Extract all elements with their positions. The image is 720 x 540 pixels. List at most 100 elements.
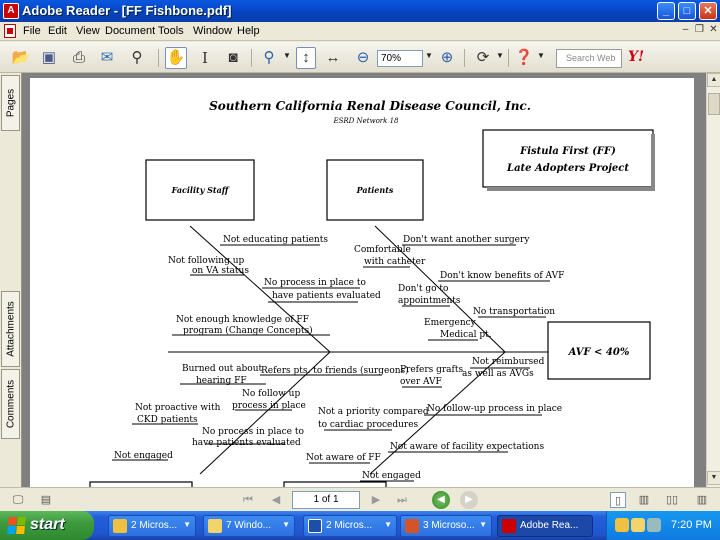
cause-label: Not educating patients	[223, 235, 328, 245]
rotate-icon[interactable]: ⟳	[472, 47, 494, 69]
cause-label: on VA status	[192, 266, 249, 276]
menu-tools[interactable]: Tools	[158, 25, 184, 37]
fit-width-icon[interactable]: ↔	[322, 47, 344, 69]
toolbar-separator	[508, 49, 509, 67]
org-title: Southern California Renal Disease Counci…	[209, 99, 531, 113]
cause-label: Prefers grafts	[400, 365, 464, 375]
cause-label: Not aware of facility expectations	[390, 442, 544, 452]
continuous-icon[interactable]: ▥	[636, 492, 652, 508]
menu-edit[interactable]: Edit	[48, 25, 67, 37]
project-subtitle: Late Adopters Project	[506, 163, 629, 174]
taskbar: start 2 Micros... ▼ 7 Windo... ▼ 2 Micros.…	[0, 511, 720, 540]
cause-label: CKD patients	[137, 415, 198, 425]
system-tray: 7:20 PM	[606, 511, 720, 540]
doc-minimize-button[interactable]: –	[680, 25, 691, 36]
maximize-button[interactable]: □	[678, 2, 696, 20]
tab-pages[interactable]: Pages	[1, 75, 20, 131]
tray-speaker-icon[interactable]	[647, 518, 661, 532]
email-icon[interactable]: ✉	[96, 47, 118, 69]
menu-window[interactable]: Window	[193, 25, 232, 37]
select-text-icon[interactable]: I	[194, 47, 216, 69]
find-icon[interactable]: ⚲	[126, 47, 148, 69]
cause-label: No process in place to	[264, 278, 366, 288]
tray-clock-app-icon[interactable]	[615, 518, 629, 532]
start-button[interactable]: start	[0, 511, 94, 540]
powerpoint-icon	[405, 519, 419, 533]
single-page-icon[interactable]: ▯	[610, 492, 626, 508]
menu-bar: File Edit View Document Tools Window Hel…	[0, 22, 720, 41]
continuous-facing-icon[interactable]: ▥	[694, 492, 710, 508]
cause-label: No transportation	[473, 307, 555, 317]
tab-attachments[interactable]: Attachments	[1, 291, 20, 367]
scroll-thumb[interactable]	[708, 93, 720, 115]
cause-label: hearing FF	[196, 376, 247, 386]
next-page-icon[interactable]: ▶	[368, 492, 384, 508]
taskbar-button[interactable]: 2 Micros... ▼	[303, 515, 397, 537]
document-viewport[interactable]: Southern California Renal Disease Counci…	[22, 73, 706, 487]
navigation-panel-tabs: Pages Attachments Comments	[0, 73, 22, 487]
fishbone-diagram: Southern California Renal Disease Counci…	[89, 99, 655, 487]
last-page-icon[interactable]: ⏭	[394, 492, 410, 508]
menu-help[interactable]: Help	[237, 25, 260, 37]
zoom-out-icon[interactable]: ⊖	[352, 47, 374, 69]
print-icon[interactable]: ⎙	[68, 47, 90, 69]
taskbar-button-active[interactable]: Adobe Rea...	[497, 515, 593, 537]
cause-label: Medical pt.	[440, 330, 492, 340]
minimize-button[interactable]: _	[657, 2, 675, 20]
monitor-icon[interactable]: 🖵	[10, 492, 26, 508]
cause-label: No follow-up process in place	[427, 404, 562, 414]
page-layout-icon[interactable]: ▤	[38, 492, 54, 508]
cause-label: Not engaged	[114, 451, 173, 461]
first-page-icon[interactable]: ⏮	[240, 492, 256, 508]
document-icon[interactable]	[4, 24, 16, 38]
previous-view-icon[interactable]: ◀	[432, 491, 450, 509]
zoom-in-tool-icon[interactable]: ⚲	[258, 47, 280, 69]
menu-file[interactable]: File	[23, 25, 41, 37]
zoom-dropdown-icon[interactable]: ▼	[425, 51, 433, 60]
cause-label: Don't know benefits of AVF	[440, 271, 564, 281]
fit-page-icon[interactable]: ↕	[296, 47, 316, 69]
page-number-field[interactable]: 1 of 1	[292, 491, 360, 509]
cause-label: over AVF	[400, 377, 442, 387]
doc-close-button[interactable]: ✕	[708, 25, 719, 36]
clock-app-icon	[113, 519, 127, 533]
menu-document[interactable]: Document	[105, 25, 155, 37]
help-icon[interactable]: ❓	[513, 47, 535, 69]
cause-label: No follow up	[242, 389, 300, 399]
taskbar-button[interactable]: 7 Windo... ▼	[203, 515, 295, 537]
next-view-icon[interactable]: ▶	[460, 491, 478, 509]
facing-icon[interactable]: ▯▯	[664, 492, 680, 508]
scroll-down-arrow-icon[interactable]: ▼	[707, 471, 720, 485]
word-icon	[308, 519, 322, 533]
zoom-in-icon[interactable]: ⊕	[436, 47, 458, 69]
cause-label: Burned out about	[182, 364, 262, 374]
snapshot-icon[interactable]: ◙	[222, 47, 244, 69]
help-dropdown-icon[interactable]: ▼	[537, 51, 545, 60]
cause-label: program (Change Concepts)	[183, 325, 313, 336]
search-web-input[interactable]: Search Web	[556, 49, 622, 68]
taskbar-button[interactable]: 2 Micros... ▼	[108, 515, 196, 537]
cause-label: Refers pts. to friends (surgeons)	[261, 365, 409, 376]
previous-page-icon[interactable]: ◀	[268, 492, 284, 508]
tray-folder-icon[interactable]	[631, 518, 645, 532]
vertical-scrollbar[interactable]: ▲ ▼	[706, 73, 720, 487]
category-patients: Patients	[356, 185, 394, 195]
adobe-reader-app-icon[interactable]: A	[3, 3, 19, 19]
scroll-up-arrow-icon[interactable]: ▲	[707, 73, 720, 87]
save-icon[interactable]: ▣	[38, 47, 60, 69]
rotate-dropdown-icon[interactable]: ▼	[496, 51, 504, 60]
close-button[interactable]: ✕	[699, 2, 717, 20]
hand-tool-icon[interactable]: ✋	[165, 47, 187, 69]
cause-label: with catheter	[364, 257, 426, 267]
tab-comments[interactable]: Comments	[1, 369, 20, 439]
taskbar-button[interactable]: 3 Microso... ▼	[400, 515, 492, 537]
cause-label: have patients evaluated	[272, 291, 381, 301]
menu-view[interactable]: View	[76, 25, 100, 37]
taskbar-clock[interactable]: 7:20 PM	[671, 519, 712, 531]
cause-label: to cardiac procedures	[318, 420, 419, 430]
zoom-tool-dropdown-icon[interactable]: ▼	[283, 51, 291, 60]
doc-restore-button[interactable]: ❐	[694, 25, 705, 36]
zoom-level-field[interactable]	[377, 50, 423, 67]
open-icon[interactable]: 📂	[10, 47, 32, 69]
yahoo-search-icon[interactable]: Y!	[628, 49, 644, 65]
